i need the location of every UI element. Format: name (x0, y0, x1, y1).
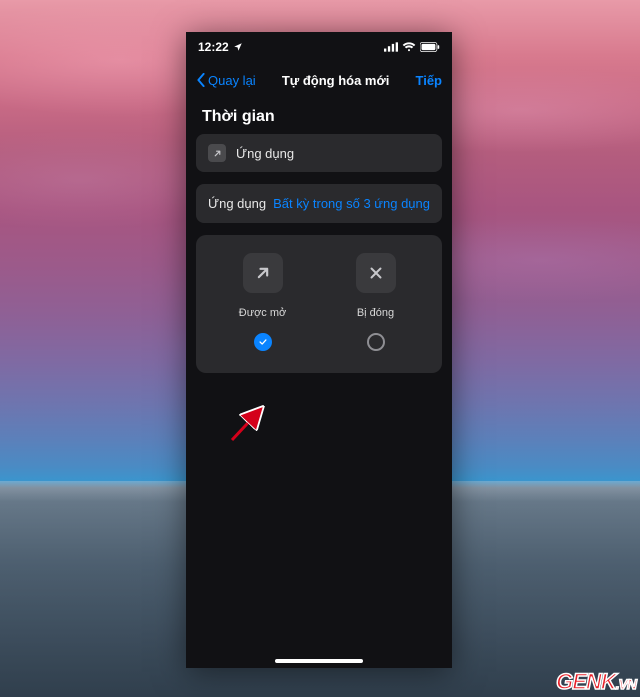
app-row[interactable]: Ứng dụng (196, 134, 442, 172)
location-icon (233, 42, 243, 52)
option-closed-label: Bị đóng (357, 307, 394, 319)
open-icon (243, 253, 283, 293)
back-button[interactable]: Quay lại (196, 73, 256, 88)
option-opened-label: Được mở (239, 307, 286, 319)
next-button[interactable]: Tiếp (416, 73, 443, 88)
open-close-options: Được mở Bị đóng (196, 235, 442, 373)
option-opened-radio[interactable] (254, 333, 272, 351)
battery-icon (420, 42, 440, 52)
option-closed[interactable]: Bị đóng (321, 253, 429, 351)
check-icon (258, 337, 268, 347)
app-row-label: Ứng dụng (236, 146, 294, 161)
chevron-left-icon (196, 73, 206, 87)
open-app-icon (208, 144, 226, 162)
nav-title: Tự động hóa mới (282, 73, 389, 88)
cellular-icon (384, 42, 398, 52)
phone-frame: 12:22 Quay lại Tự động hóa mới Tiếp Thời… (186, 32, 452, 668)
close-icon (356, 253, 396, 293)
app-selector-value: Bất kỳ trong số 3 ứng dụng (273, 196, 430, 211)
nav-bar: Quay lại Tự động hóa mới Tiếp (186, 62, 452, 98)
back-label: Quay lại (208, 73, 256, 88)
watermark-suffix: .VN (616, 676, 636, 692)
status-time: 12:22 (198, 40, 229, 54)
app-selector-row[interactable]: Ứng dụng Bất kỳ trong số 3 ứng dụng (196, 184, 442, 223)
watermark-text: GENK (556, 669, 616, 694)
watermark: GENK.VN (556, 669, 636, 695)
home-indicator[interactable] (275, 659, 363, 663)
section-title: Thời gian (186, 98, 452, 134)
wifi-icon (402, 42, 416, 52)
option-closed-radio[interactable] (367, 333, 385, 351)
annotation-arrow-icon (228, 402, 270, 444)
app-selector-label: Ứng dụng (208, 196, 266, 211)
option-opened[interactable]: Được mở (208, 253, 316, 351)
status-bar: 12:22 (186, 32, 452, 62)
